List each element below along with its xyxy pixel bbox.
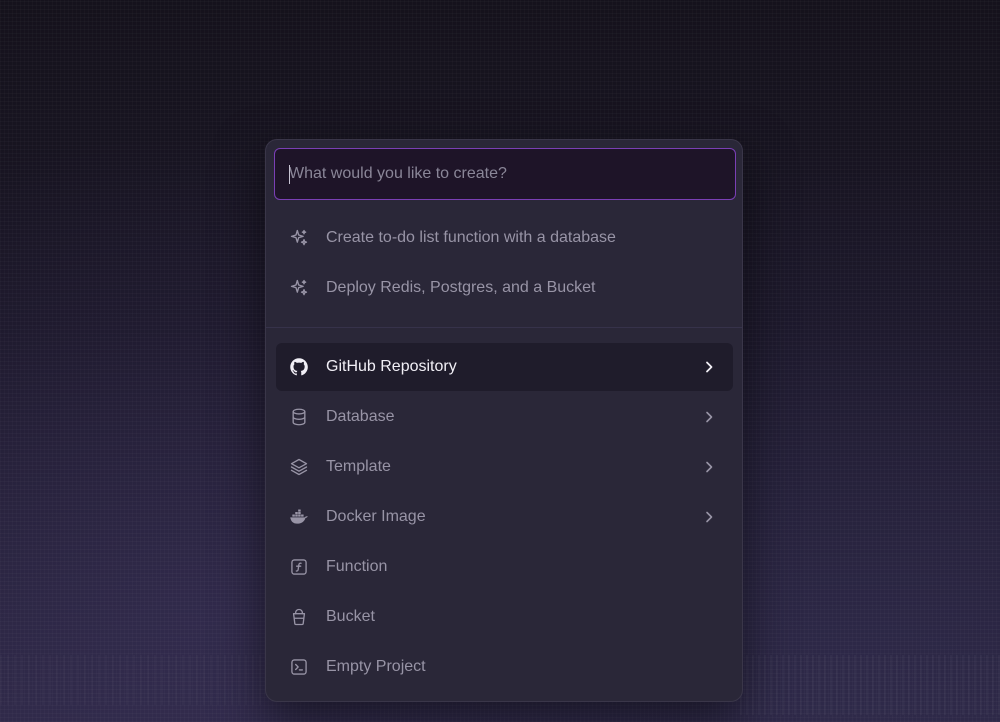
- database-icon: [289, 407, 309, 427]
- option-template[interactable]: Template: [276, 443, 733, 491]
- github-icon: [289, 357, 309, 377]
- option-label: Template: [326, 458, 391, 475]
- option-label: GitHub Repository: [326, 358, 457, 375]
- search-field[interactable]: [274, 148, 736, 200]
- layers-icon: [289, 457, 309, 477]
- option-label: Database: [326, 408, 395, 425]
- search-input[interactable]: [275, 149, 735, 199]
- option-github-repository[interactable]: GitHub Repository: [276, 343, 733, 391]
- option-docker-image[interactable]: Docker Image: [276, 493, 733, 541]
- docker-icon: [289, 507, 309, 527]
- sparkles-icon: [289, 228, 309, 248]
- section-divider: [266, 327, 742, 328]
- suggestion-label: Create to-do list function with a databa…: [326, 229, 616, 246]
- sparkles-icon: [289, 278, 309, 298]
- backdrop-texture-left: [0, 655, 265, 705]
- command-palette: Create to-do list function with a databa…: [265, 139, 743, 702]
- suggestion-deploy-stack[interactable]: Deploy Redis, Postgres, and a Bucket: [276, 264, 733, 312]
- option-bucket[interactable]: Bucket: [276, 593, 733, 641]
- function-icon: [289, 557, 309, 577]
- suggestion-label: Deploy Redis, Postgres, and a Bucket: [326, 279, 596, 296]
- option-database[interactable]: Database: [276, 393, 733, 441]
- bucket-icon: [289, 607, 309, 627]
- chevron-right-icon: [701, 459, 717, 475]
- text-caret: [289, 165, 290, 184]
- chevron-right-icon: [701, 509, 717, 525]
- terminal-icon: [289, 657, 309, 677]
- option-label: Docker Image: [326, 508, 426, 525]
- suggestion-todo-function[interactable]: Create to-do list function with a databa…: [276, 214, 733, 262]
- chevron-right-icon: [701, 359, 717, 375]
- option-label: Empty Project: [326, 658, 426, 675]
- backdrop-texture-right: [740, 655, 1000, 715]
- option-function[interactable]: Function: [276, 543, 733, 591]
- option-label: Bucket: [326, 608, 375, 625]
- option-label: Function: [326, 558, 388, 575]
- chevron-right-icon: [701, 409, 717, 425]
- option-empty-project[interactable]: Empty Project: [276, 643, 733, 691]
